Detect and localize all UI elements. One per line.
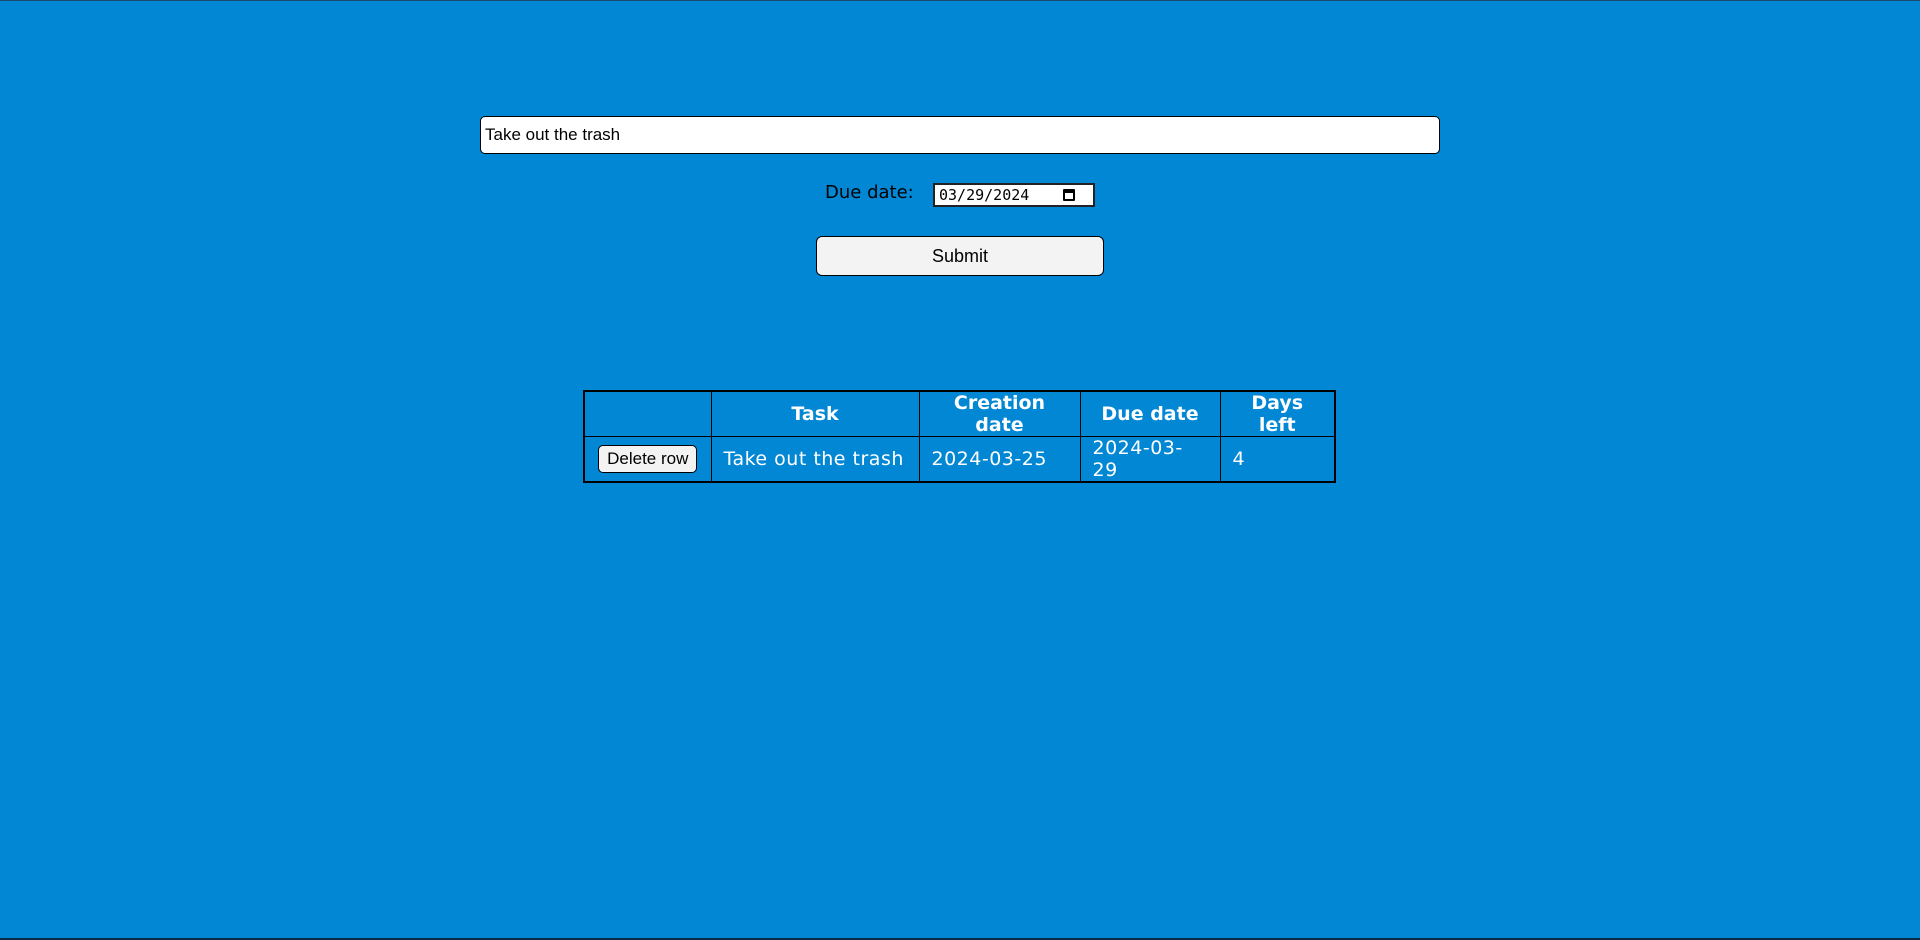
due-date-input[interactable]: 03/29/2024 [933,183,1095,207]
due-date-row: Due date: 03/29/2024 [0,181,1920,209]
header-due-date: Due date [1079,390,1221,437]
cell-task: Take out the trash [710,436,920,483]
page: Due date: 03/29/2024 Submit Task Creatio… [0,0,1920,940]
table-row: Delete row Take out the trash 2024-03-25… [583,436,1336,483]
task-table: Task Creation date Due date Days left De… [583,390,1336,483]
cell-creation-date: 2024-03-25 [918,436,1081,483]
table-header-row: Task Creation date Due date Days left [583,390,1336,437]
due-date-label: Due date: [825,182,914,203]
header-days-left: Days left [1219,390,1336,437]
header-task: Task [710,390,920,437]
calendar-icon[interactable] [1063,189,1075,201]
cell-due-date: 2024-03-29 [1079,436,1221,483]
delete-row-button[interactable]: Delete row [598,445,698,473]
cell-action: Delete row [583,436,712,483]
task-input[interactable] [480,116,1440,154]
header-action [583,390,712,437]
submit-button[interactable]: Submit [816,236,1104,276]
header-creation-date: Creation date [918,390,1081,437]
due-date-value: 03/29/2024 [939,186,1030,204]
cell-days-left: 4 [1219,436,1336,483]
